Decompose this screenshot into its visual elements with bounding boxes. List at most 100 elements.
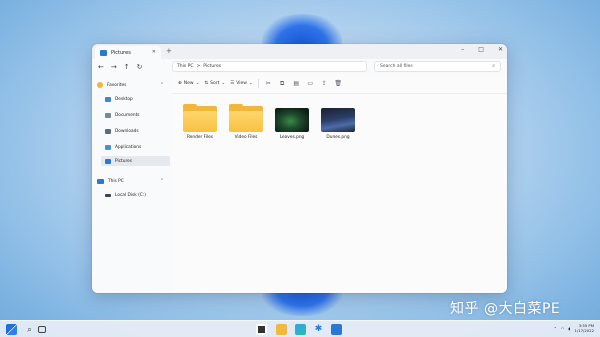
file-tile-video-files[interactable]: Video Files xyxy=(227,104,265,140)
plus-circle-icon: ⊕ xyxy=(178,81,182,86)
sort-icon: ⇅ xyxy=(204,81,209,86)
close-button[interactable]: ✕ xyxy=(498,46,503,53)
computer-icon xyxy=(97,178,104,184)
breadcrumb-separator: > xyxy=(196,64,201,69)
breadcrumb-this-pc[interactable]: This PC xyxy=(177,64,193,69)
leaves-thumbnail xyxy=(275,108,309,132)
zhihu-watermark: 知乎 @大白菜PE xyxy=(450,301,561,317)
sidebar-favorites[interactable]: Favorites ⌃ xyxy=(97,80,169,90)
forward-button[interactable]: → xyxy=(111,63,117,71)
chevron-up-icon[interactable]: ⌃ xyxy=(554,326,557,331)
system-tray: ⌃ ◠ ◖ 3:55 PM 1/17/2022 xyxy=(554,323,594,333)
search-input[interactable]: Search all files ⌕ xyxy=(374,61,501,72)
file-tile-dunes[interactable]: Dunes.png xyxy=(319,106,357,140)
folder-icon xyxy=(229,104,263,132)
desktop-icon xyxy=(105,96,111,102)
sidebar-item-label: Desktop xyxy=(115,96,133,102)
up-button[interactable]: ↑ xyxy=(124,63,130,71)
sidebar-item-desktop[interactable]: Desktop xyxy=(105,94,169,104)
edge-icon[interactable] xyxy=(295,324,306,335)
wifi-icon[interactable]: ◠ xyxy=(561,326,565,331)
title-bar: Pictures ✕ + – □ ✕ xyxy=(92,44,507,59)
widgets-icon[interactable] xyxy=(256,324,267,335)
sort-label: Sort xyxy=(210,81,220,86)
minimize-button[interactable]: – xyxy=(461,46,464,53)
folder-icon xyxy=(183,104,217,132)
settings-icon[interactable]: ✱ xyxy=(313,324,324,335)
copy-icon[interactable]: ⧉ xyxy=(278,80,287,88)
new-button[interactable]: ⊕ New ⌄ xyxy=(178,81,199,86)
dunes-thumbnail xyxy=(321,108,355,132)
file-name: Video Files xyxy=(234,135,258,140)
sidebar-item-label: Documents xyxy=(115,112,140,118)
clock[interactable]: 3:55 PM 1/17/2022 xyxy=(575,323,594,333)
file-explorer-icon[interactable] xyxy=(276,324,287,337)
start-button[interactable] xyxy=(6,324,17,335)
sidebar-item-pictures[interactable]: Pictures xyxy=(101,156,170,166)
pictures-icon xyxy=(105,158,111,164)
delete-icon[interactable]: 🗑 xyxy=(334,80,343,87)
breadcrumb-pictures[interactable]: Pictures xyxy=(203,64,221,69)
clock-date: 1/17/2022 xyxy=(574,328,594,333)
refresh-button[interactable]: ↻ xyxy=(137,63,143,71)
downloads-icon xyxy=(105,128,111,134)
applications-icon xyxy=(105,144,111,150)
sidebar-item-label: Applications xyxy=(115,144,142,150)
sidebar-item-label: Downloads xyxy=(115,128,139,134)
sidebar: Favorites ⌃ Desktop Documents Downloads … xyxy=(92,74,172,293)
folder-icon xyxy=(100,49,107,56)
window-controls: – □ ✕ xyxy=(461,46,503,53)
disk-icon xyxy=(105,193,111,197)
file-content-area: ⊕ New ⌄ ⇅ Sort ⌄ ☰ View ⌄ ✂ ⧉ ▤ ▭ ⇪ 🗑 Re… xyxy=(172,74,507,293)
search-icon: ⌕ xyxy=(492,63,495,69)
back-button[interactable]: ← xyxy=(98,63,104,71)
tab-pictures[interactable]: Pictures ✕ xyxy=(95,46,161,59)
sidebar-item-label: Pictures xyxy=(115,158,133,164)
paste-icon[interactable]: ▤ xyxy=(292,80,301,87)
toolbar-divider xyxy=(257,79,259,88)
command-bar: ⊕ New ⌄ ⇅ Sort ⌄ ☰ View ⌄ ✂ ⧉ ▤ ▭ ⇪ 🗑 xyxy=(172,74,507,94)
sidebar-section-label: Favorites xyxy=(107,82,127,88)
nav-buttons: ← → ↑ ↻ xyxy=(92,63,143,71)
sidebar-this-pc[interactable]: This PC ⌃ xyxy=(97,176,169,186)
rename-icon[interactable]: ⇪ xyxy=(320,80,329,87)
chevron-down-icon: ⌄ xyxy=(195,81,200,86)
star-icon xyxy=(97,82,103,88)
chevron-up-icon[interactable]: ⌃ xyxy=(160,178,164,184)
tab-label: Pictures xyxy=(111,49,131,56)
volume-icon[interactable]: ◖ xyxy=(568,326,570,331)
file-tile-leaves[interactable]: Leaves.png xyxy=(273,106,311,140)
sidebar-item-documents[interactable]: Documents xyxy=(105,110,169,120)
share-icon[interactable]: ▭ xyxy=(306,80,315,87)
chevron-up-icon[interactable]: ⌃ xyxy=(160,82,164,88)
maximize-button[interactable]: □ xyxy=(478,46,484,53)
store-icon[interactable] xyxy=(331,324,342,335)
sidebar-item-label: Local Disk (C:) xyxy=(115,192,146,198)
sidebar-item-applications[interactable]: Applications xyxy=(105,142,169,152)
address-bar: ← → ↑ ↻ This PC > Pictures ⧉⧉ Search all… xyxy=(92,59,507,74)
search-placeholder: Search all files xyxy=(380,64,413,69)
chevron-down-icon: ⌄ xyxy=(248,81,253,86)
new-tab-button[interactable]: + xyxy=(166,47,172,55)
search-icon[interactable]: ⌕ xyxy=(24,324,35,335)
breadcrumb[interactable]: This PC > Pictures ⧉⧉ xyxy=(172,61,384,72)
view-button[interactable]: ☰ View ⌄ xyxy=(230,81,253,86)
task-view-icon[interactable] xyxy=(38,326,46,333)
documents-icon xyxy=(105,112,111,118)
sort-button[interactable]: ⇅ Sort ⌄ xyxy=(204,81,225,86)
file-explorer-window: Pictures ✕ + – □ ✕ ← → ↑ ↻ This PC > Pic… xyxy=(92,44,507,293)
new-label: New xyxy=(183,81,194,86)
view-label: View xyxy=(236,81,247,86)
chevron-down-icon: ⌄ xyxy=(221,81,226,86)
file-name: Leaves.png xyxy=(279,135,305,140)
file-tile-render-files[interactable]: Render Files xyxy=(181,104,219,140)
tab-close-icon[interactable]: ✕ xyxy=(152,49,156,55)
file-name: Dunes.png xyxy=(326,135,350,140)
sidebar-section-label: This PC xyxy=(108,178,124,184)
file-name: Render Files xyxy=(186,135,214,140)
sidebar-item-local-disk[interactable]: Local Disk (C:) xyxy=(105,190,169,200)
view-icon: ☰ xyxy=(230,81,235,86)
sidebar-item-downloads[interactable]: Downloads xyxy=(105,126,169,136)
taskbar: ⌕ ✱ ⌃ ◠ ◖ 3:55 PM 1/17/2022 xyxy=(0,320,600,337)
cut-icon[interactable]: ✂ xyxy=(264,80,273,87)
